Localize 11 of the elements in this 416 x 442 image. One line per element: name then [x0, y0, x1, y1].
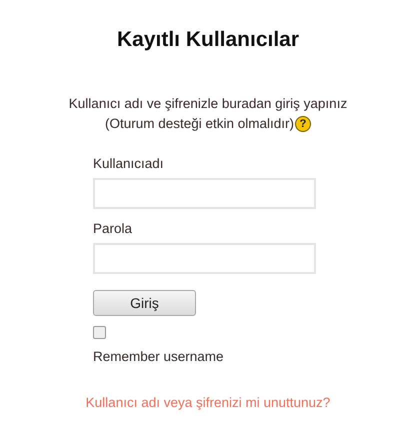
- field-label: Kullanıcıadı: [93, 154, 165, 172]
- input-field[interactable]: [93, 178, 316, 209]
- field-label: Parola: [93, 220, 134, 238]
- login-button[interactable]: Giriş: [93, 290, 196, 316]
- instruction-text: Kullanıcı adı ve şifrenizle buradan giriş yapınız: [68, 94, 348, 113]
- page-title: Kayıtlı Kullanıcılar: [116, 27, 300, 53]
- help-icon[interactable]: ?: [295, 116, 312, 132]
- input-field[interactable]: [93, 243, 316, 274]
- remember-checkbox[interactable]: [93, 326, 106, 339]
- instruction-text: (Oturum desteği etkin olmalıdır): [104, 114, 294, 133]
- remember-label: Remember username: [93, 348, 225, 366]
